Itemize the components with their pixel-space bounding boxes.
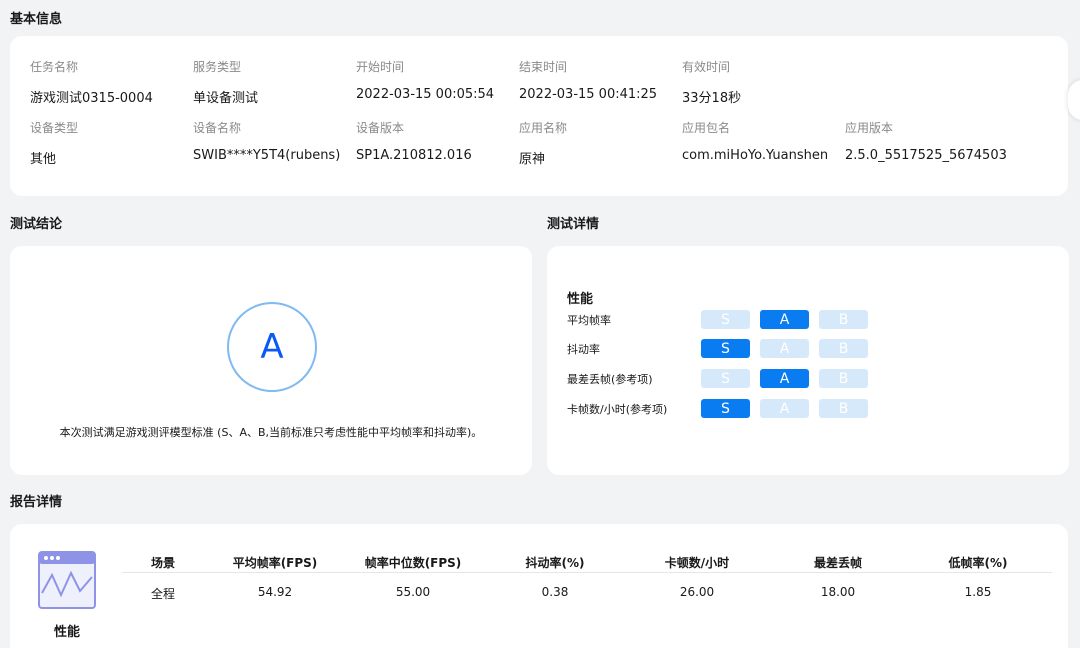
grade-chip-s: S (701, 369, 750, 388)
table-cell: 1.85 (964, 585, 992, 599)
info-device-type: 设备类型 其他 (30, 119, 190, 167)
table-cell: 54.92 (257, 585, 293, 599)
conclusion-text: 本次测试满足游戏测评模型标准 (S、A、B,当前标准只考虑性能中平均帧率和抖动率… (59, 426, 483, 439)
metric-row: 平均帧率 S A B (567, 310, 887, 330)
details-card: 性能 平均帧率 S A B 抖动率 S A B 最差丢帧(参考项) S A B 卡帧数/小时(参考项) S… (547, 246, 1069, 475)
info-value: 游戏测试0315-0004 (30, 91, 153, 106)
grade-chip-b: B (819, 399, 868, 418)
info-value: 单设备测试 (193, 91, 259, 106)
column-header: 低帧率(%) (948, 556, 1008, 570)
info-label: 设备版本 (356, 121, 405, 135)
info-app-name: 应用名称 原神 (519, 119, 679, 167)
column-header: 平均帧率(FPS) (232, 556, 318, 570)
info-value: SWIB****Y5T4(rubens) (193, 148, 341, 163)
info-label: 有效时间 (682, 60, 731, 74)
table-cell: 55.00 (395, 585, 431, 599)
info-app-version: 应用版本 2.5.0_5517525_5674503 (845, 119, 1007, 163)
grade-chip-s: S (701, 339, 750, 358)
info-value: 2022-03-15 00:05:54 (356, 87, 495, 102)
info-end-time: 结束时间 2022-03-15 00:41:25 (519, 58, 679, 102)
performance-label: 性能 (53, 625, 80, 640)
performance-chart-icon (38, 551, 96, 609)
table-cell: 18.00 (820, 585, 856, 599)
info-service-type: 服务类型 单设备测试 (193, 58, 353, 106)
info-label: 应用包名 (682, 121, 731, 135)
metric-row: 抖动率 S A B (567, 339, 887, 359)
conclusion-card: A 本次测试满足游戏测评模型标准 (S、A、B,当前标准只考虑性能中平均帧率和抖… (10, 246, 532, 475)
column-header: 抖动率(%) (525, 556, 585, 570)
metric-label: 抖动率 (567, 343, 600, 356)
table-header-divider (122, 572, 1052, 573)
grade-chip-a: A (760, 310, 809, 329)
metric-label: 最差丢帧(参考项) (567, 373, 653, 386)
basic-info-title: 基本信息 (10, 12, 63, 27)
info-label: 设备类型 (30, 121, 79, 135)
info-value: 2022-03-15 00:41:25 (519, 87, 658, 102)
info-start-time: 开始时间 2022-03-15 00:05:54 (356, 58, 516, 102)
details-heading: 性能 (567, 292, 594, 307)
grade-chip-s: S (701, 310, 750, 329)
info-label: 应用版本 (845, 121, 894, 135)
column-header: 卡顿数/小时 (664, 556, 730, 570)
grade-chip-a: A (760, 369, 809, 388)
metric-row: 卡帧数/小时(参考项) S A B (567, 399, 887, 419)
info-task-name: 任务名称 游戏测试0315-0004 (30, 58, 190, 106)
grade-chip-a: A (760, 399, 809, 418)
info-label: 服务类型 (193, 60, 242, 74)
info-device-name: 设备名称 SWIB****Y5T4(rubens) (193, 119, 353, 163)
metric-label: 平均帧率 (567, 314, 611, 327)
info-value: 2.5.0_5517525_5674503 (845, 148, 1007, 163)
details-title: 测试详情 (547, 217, 600, 232)
info-label: 结束时间 (519, 60, 568, 74)
grade-chip-a: A (760, 339, 809, 358)
info-value: 33分18秒 (682, 91, 742, 106)
table-cell: 26.00 (679, 585, 715, 599)
info-value: 原神 (519, 152, 546, 167)
info-valid-time: 有效时间 33分18秒 (682, 58, 842, 106)
info-value: SP1A.210812.016 (356, 148, 472, 163)
side-panel-handle[interactable] (1068, 80, 1080, 120)
grade-chip-b: B (819, 339, 868, 358)
info-value: com.miHoYo.Yuanshen (682, 148, 829, 163)
report-card: 性能 场景 平均帧率(FPS) 帧率中位数(FPS) 抖动率(%) 卡顿数/小时 最差丢帧… (10, 524, 1068, 648)
grade-badge: A (227, 302, 317, 392)
grade-chip-b: B (819, 310, 868, 329)
info-device-version: 设备版本 SP1A.210812.016 (356, 119, 516, 163)
metric-row: 最差丢帧(参考项) S A B (567, 369, 887, 389)
column-header: 最差丢帧 (813, 556, 862, 570)
info-app-package: 应用包名 com.miHoYo.Yuanshen (682, 119, 842, 163)
conclusion-title: 测试结论 (10, 217, 63, 232)
report-title: 报告详情 (10, 495, 63, 510)
info-label: 设备名称 (193, 121, 242, 135)
info-value: 其他 (30, 152, 57, 167)
metric-label: 卡帧数/小时(参考项) (567, 403, 668, 416)
table-cell: 0.38 (541, 585, 569, 599)
info-label: 应用名称 (519, 121, 568, 135)
grade-chip-b: B (819, 369, 868, 388)
grade-chip-s: S (701, 399, 750, 418)
info-label: 开始时间 (356, 60, 405, 74)
column-header: 帧率中位数(FPS) (364, 556, 462, 570)
basic-info-card: 任务名称 游戏测试0315-0004 服务类型 单设备测试 开始时间 2022-… (10, 36, 1068, 196)
info-label: 任务名称 (30, 60, 79, 74)
